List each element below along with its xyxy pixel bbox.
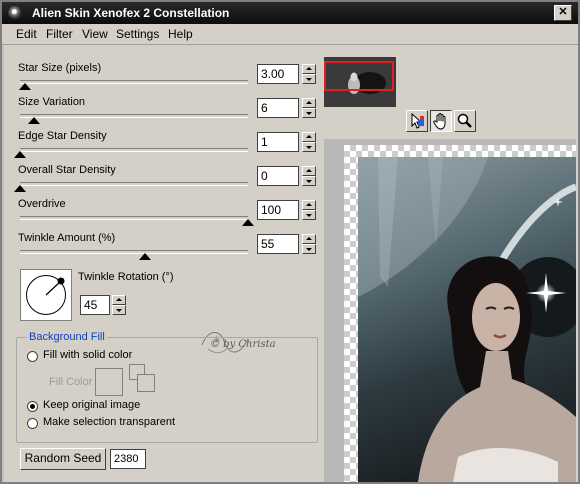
twinkle-rotation-input[interactable] <box>80 295 110 315</box>
spin-up-button[interactable] <box>302 234 316 244</box>
preview-panel <box>322 45 578 482</box>
spin-up-button[interactable] <box>302 200 316 210</box>
menu-view[interactable]: View <box>82 27 108 41</box>
title-bar[interactable]: Alien Skin Xenofex 2 Constellation ✕ <box>2 2 578 24</box>
slider-thumb[interactable] <box>139 253 152 260</box>
random-seed-input[interactable] <box>110 449 146 469</box>
make-selection-transparent-label: Make selection transparent <box>43 416 176 428</box>
spin-up-button[interactable] <box>302 132 316 142</box>
menu-settings[interactable]: Settings <box>116 27 159 41</box>
rotation-dial[interactable] <box>20 269 72 321</box>
spin-down-button[interactable] <box>302 244 316 254</box>
slider-label: Overdrive <box>18 198 66 210</box>
hand-icon <box>433 113 446 130</box>
window-title: Alien Skin Xenofex 2 Constellation <box>32 6 230 20</box>
size-variation-input[interactable] <box>257 98 299 118</box>
selection-arrow-icon <box>411 112 424 129</box>
edge-star-density-spinner[interactable] <box>302 132 316 153</box>
app-window: Alien Skin Xenofex 2 Constellation ✕ Edi… <box>0 0 580 484</box>
slider-track[interactable] <box>20 114 248 118</box>
slider-label: Star Size (pixels) <box>18 62 102 74</box>
radio-keep-original-image[interactable] <box>27 401 38 412</box>
overdrive-spinner[interactable] <box>302 200 316 221</box>
app-logo-icon <box>8 6 22 20</box>
background-fill-title: Background Fill <box>27 331 107 343</box>
menu-bar: Edit Filter View Settings Help <box>2 24 578 45</box>
overdrive-input[interactable] <box>257 200 299 220</box>
spin-down-button[interactable] <box>302 142 316 152</box>
slider-thumb[interactable] <box>27 117 40 124</box>
preview-image[interactable] <box>358 157 576 482</box>
magnifier-icon <box>457 113 472 128</box>
twinkle-rotation-label: Twinkle Rotation (°) <box>78 271 174 283</box>
edge-star-density-input[interactable] <box>257 132 299 152</box>
selection-tool-button[interactable] <box>406 110 428 132</box>
slider-thumb[interactable] <box>18 83 31 90</box>
menu-edit[interactable]: Edit <box>16 27 37 41</box>
zoom-tool-button[interactable] <box>454 110 476 132</box>
spin-up-button[interactable] <box>112 295 126 305</box>
slider-label: Twinkle Amount (%) <box>18 232 116 244</box>
preview-photo <box>358 157 576 482</box>
spin-down-button[interactable] <box>302 176 316 186</box>
fill-color-label: Fill Color <box>49 376 93 388</box>
twinkle-amount-spinner[interactable] <box>302 234 316 255</box>
random-seed-button[interactable]: Random Seed <box>20 448 106 470</box>
slider-track[interactable] <box>20 148 248 152</box>
preview-area[interactable] <box>324 139 576 482</box>
slider-thumb[interactable] <box>14 185 26 192</box>
dial-needle-icon <box>45 277 65 296</box>
fill-solid-color-label: Fill with solid color <box>43 349 133 361</box>
close-button[interactable]: ✕ <box>554 5 572 21</box>
slider-thumb[interactable] <box>242 219 254 226</box>
star-size-input[interactable] <box>257 64 299 84</box>
menu-filter[interactable]: Filter <box>46 27 73 41</box>
star-size-spinner[interactable] <box>302 64 316 85</box>
menu-help[interactable]: Help <box>168 27 193 41</box>
swatch-front <box>137 374 155 392</box>
spin-up-button[interactable] <box>302 98 316 108</box>
keep-original-image-label: Keep original image <box>43 399 141 411</box>
slider-track[interactable] <box>20 80 248 84</box>
spin-down-button[interactable] <box>112 305 126 315</box>
overall-star-density-input[interactable] <box>257 166 299 186</box>
size-variation-spinner[interactable] <box>302 98 316 119</box>
radio-make-selection-transparent[interactable] <box>27 418 38 429</box>
background-fill-group: Background Fill Fill with solid color Fi… <box>16 331 318 443</box>
slider-thumb[interactable] <box>14 151 26 158</box>
spin-down-button[interactable] <box>302 108 316 118</box>
slider-track[interactable] <box>20 216 248 220</box>
slider-track[interactable] <box>20 250 248 254</box>
spin-down-button[interactable] <box>302 210 316 220</box>
fill-color-swatch[interactable] <box>95 368 123 396</box>
twinkle-amount-input[interactable] <box>257 234 299 254</box>
spin-down-button[interactable] <box>302 74 316 84</box>
radio-fill-solid-color[interactable] <box>27 351 38 362</box>
thumbnail-view-frame[interactable] <box>324 61 394 91</box>
slider-track[interactable] <box>20 182 248 186</box>
controls-panel: Star Size (pixels) Size Variation Edge S… <box>4 45 322 482</box>
hand-tool-button[interactable] <box>430 110 452 132</box>
spin-up-button[interactable] <box>302 64 316 74</box>
slider-label: Size Variation <box>18 96 86 108</box>
spin-up-button[interactable] <box>302 166 316 176</box>
slider-label: Overall Star Density <box>18 164 116 176</box>
overall-star-density-spinner[interactable] <box>302 166 316 187</box>
twinkle-rotation-spinner[interactable] <box>112 295 126 316</box>
slider-label: Edge Star Density <box>18 130 107 142</box>
